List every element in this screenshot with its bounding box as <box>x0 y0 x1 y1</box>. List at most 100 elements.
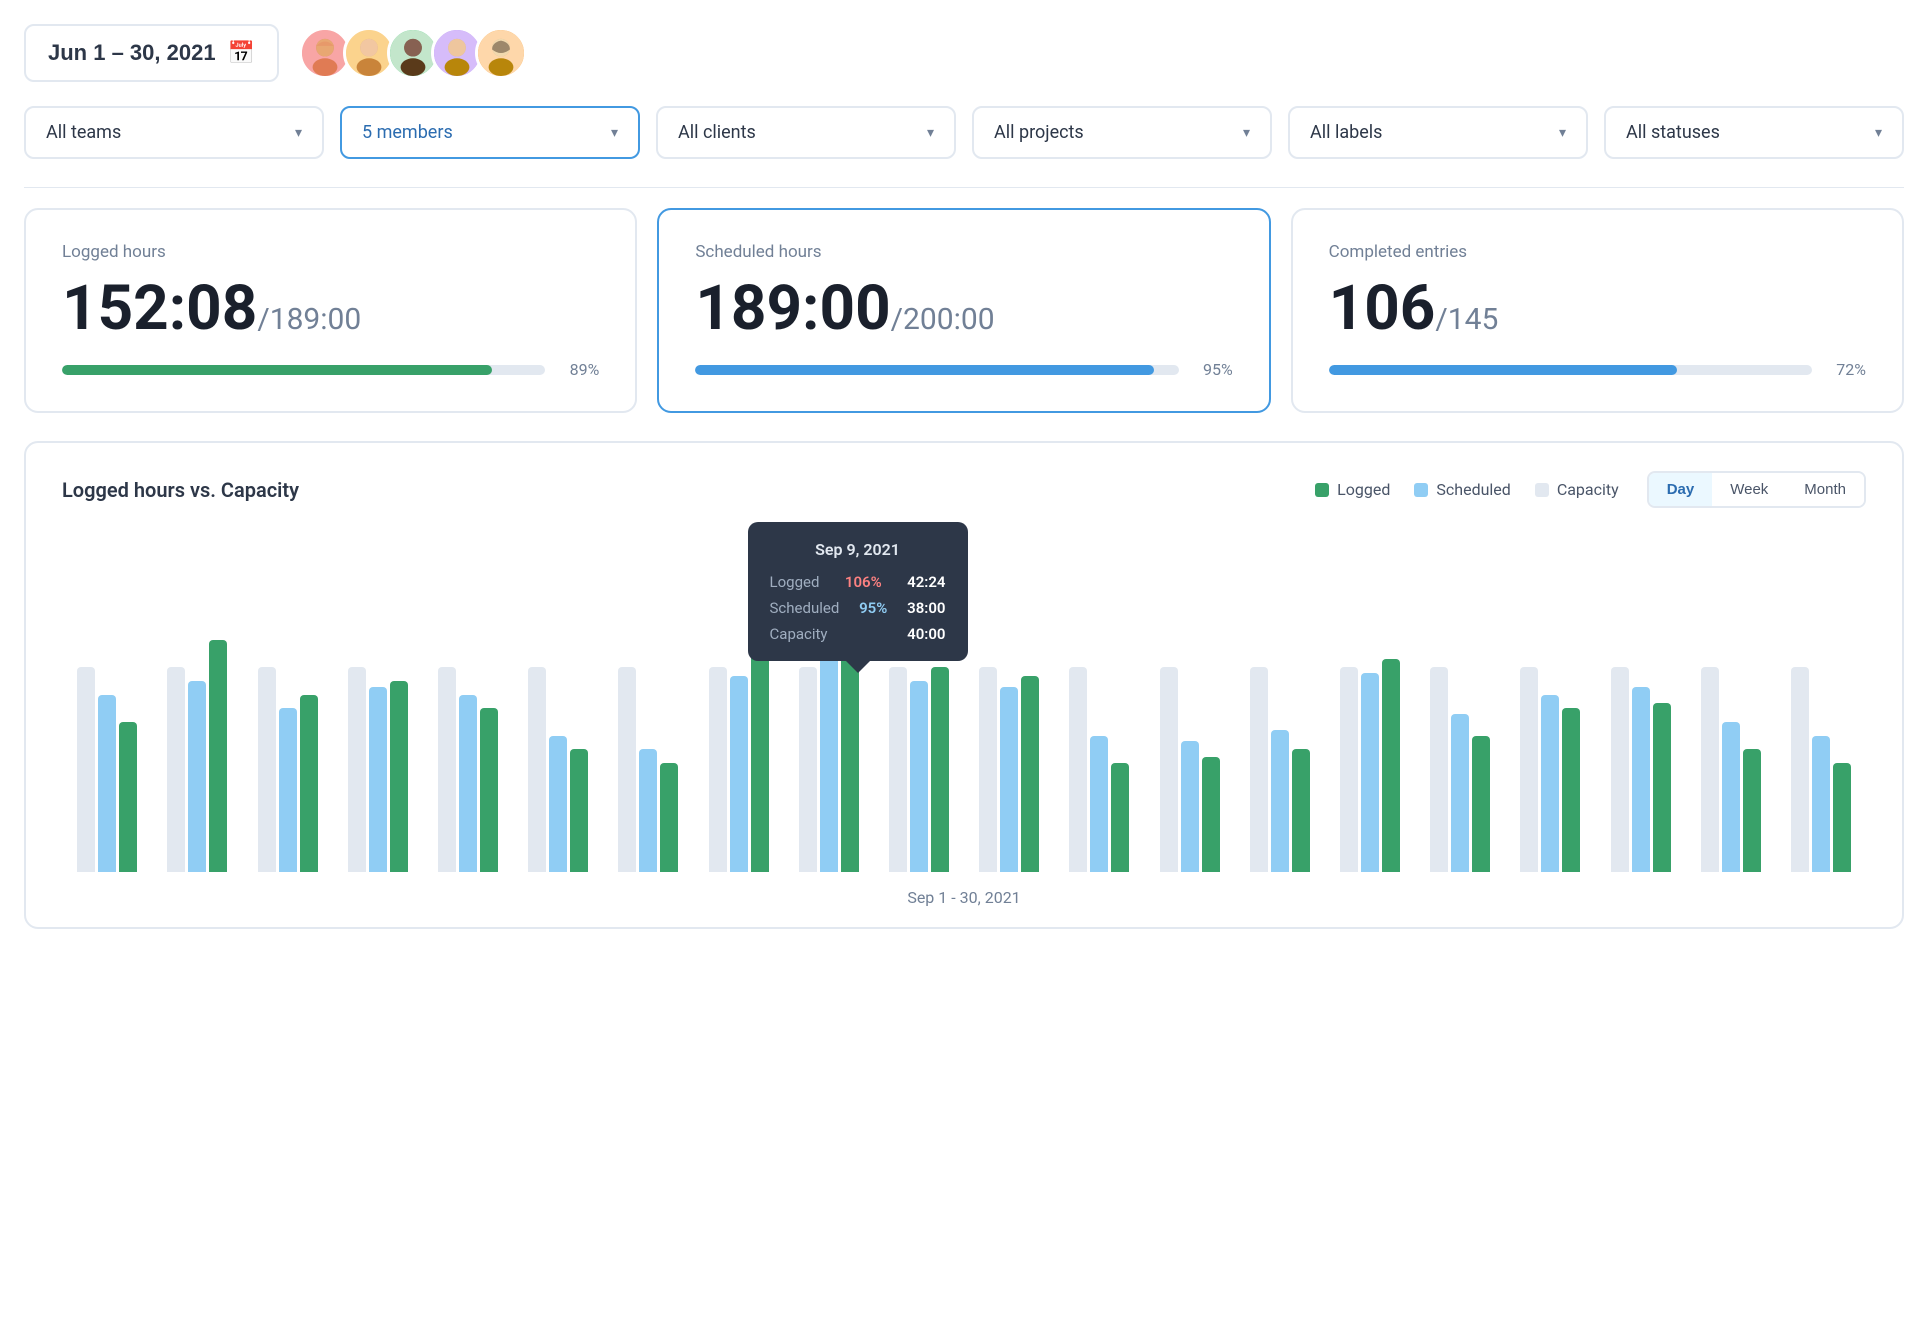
filter-statuses[interactable]: All statuses ▾ <box>1604 106 1904 159</box>
bar-scheduled <box>910 681 928 872</box>
filter-statuses-label: All statuses <box>1626 122 1720 143</box>
bar-capacity <box>258 667 276 872</box>
chart-section: Logged hours vs. Capacity Logged Schedul… <box>24 441 1904 929</box>
bar-capacity <box>528 667 546 872</box>
bar-capacity <box>979 667 997 872</box>
chart-view-buttons: Day Week Month <box>1647 471 1866 508</box>
bar-group[interactable] <box>333 532 423 872</box>
bar-capacity <box>438 667 456 872</box>
bar-logged <box>1833 763 1851 872</box>
view-day-button[interactable]: Day <box>1649 473 1713 506</box>
filter-clients-label: All clients <box>678 122 756 143</box>
chevron-down-icon: ▾ <box>1243 125 1250 141</box>
bar-scheduled <box>1090 736 1108 872</box>
bar-scheduled <box>459 695 477 872</box>
bar-scheduled <box>820 654 838 872</box>
avatar[interactable] <box>475 27 527 79</box>
chevron-down-icon: ▾ <box>1559 125 1566 141</box>
bar-scheduled <box>1722 722 1740 872</box>
progress-row-logged: 89% <box>62 360 599 379</box>
progress-fill-completed <box>1329 365 1677 375</box>
bar-capacity <box>1520 667 1538 872</box>
filter-projects[interactable]: All projects ▾ <box>972 106 1272 159</box>
stat-card-logged: Logged hours 152:08/189:00 89% <box>24 208 637 413</box>
legend-capacity: Capacity <box>1535 480 1619 499</box>
filter-clients[interactable]: All clients ▾ <box>656 106 956 159</box>
bar-group[interactable] <box>62 532 152 872</box>
tooltip-val-scheduled: 38:00 <box>907 599 945 617</box>
bar-group[interactable] <box>1686 532 1776 872</box>
tooltip-row-scheduled: Scheduled 95% 38:00 <box>770 599 946 617</box>
tooltip-pct-scheduled: 95% <box>859 599 887 617</box>
bar-capacity <box>1250 667 1268 872</box>
chevron-down-icon: ▾ <box>611 125 618 141</box>
chart-title: Logged hours vs. Capacity <box>62 478 299 502</box>
bar-group[interactable] <box>1595 532 1685 872</box>
bar-capacity <box>618 667 636 872</box>
bar-scheduled <box>1451 714 1469 872</box>
legend-label-capacity: Capacity <box>1557 480 1619 499</box>
top-bar: Jun 1 – 30, 2021 📅 <box>24 24 1904 82</box>
bar-group[interactable] <box>423 532 513 872</box>
bar-scheduled <box>639 749 657 872</box>
bar-group[interactable] <box>242 532 332 872</box>
bar-logged <box>570 749 588 872</box>
bar-group[interactable] <box>1054 532 1144 872</box>
filter-teams[interactable]: All teams ▾ <box>24 106 324 159</box>
filter-teams-label: All teams <box>46 122 121 143</box>
bar-logged <box>751 654 769 872</box>
stat-value-logged: 152:08/189:00 <box>62 278 599 340</box>
tooltip-label-logged: Logged <box>770 573 820 591</box>
view-week-button[interactable]: Week <box>1712 473 1786 506</box>
bar-logged <box>1021 676 1039 872</box>
tooltip-pct-logged: 106% <box>845 573 882 591</box>
bar-group[interactable] <box>1144 532 1234 872</box>
bar-group[interactable] <box>1235 532 1325 872</box>
filters-bar: All teams ▾ 5 members ▾ All clients ▾ Al… <box>24 106 1904 159</box>
filter-members-label: 5 members <box>362 122 453 143</box>
view-month-button[interactable]: Month <box>1786 473 1864 506</box>
calendar-icon: 📅 <box>228 40 255 66</box>
avatar-group <box>299 27 527 79</box>
chart-tooltip: Sep 9, 2021 Logged 106% 42:24 Scheduled … <box>748 522 968 661</box>
bar-group[interactable] <box>603 532 693 872</box>
tooltip-date: Sep 9, 2021 <box>770 540 946 559</box>
filter-labels[interactable]: All labels ▾ <box>1288 106 1588 159</box>
bar-scheduled <box>1361 673 1379 872</box>
legend-logged: Logged <box>1315 480 1390 499</box>
bar-scheduled <box>279 708 297 872</box>
bar-logged <box>390 681 408 872</box>
bar-logged <box>1292 749 1310 872</box>
bar-group[interactable] <box>1325 532 1415 872</box>
bar-group[interactable] <box>513 532 603 872</box>
bar-scheduled <box>188 681 206 872</box>
chart-area: Sep 9, 2021 Logged 106% 42:24 Scheduled … <box>62 532 1866 872</box>
bar-capacity <box>709 667 727 872</box>
chevron-down-icon: ▾ <box>1875 125 1882 141</box>
stat-label-logged: Logged hours <box>62 242 599 262</box>
progress-fill-logged <box>62 365 492 375</box>
bar-group[interactable] <box>964 532 1054 872</box>
chevron-down-icon: ▾ <box>927 125 934 141</box>
bar-capacity <box>889 667 907 872</box>
bar-logged <box>300 695 318 872</box>
bar-logged <box>1653 703 1671 872</box>
bar-capacity <box>167 667 185 872</box>
date-range-button[interactable]: Jun 1 – 30, 2021 📅 <box>24 24 279 82</box>
progress-bar-completed <box>1329 365 1812 375</box>
bar-scheduled <box>369 687 387 872</box>
tooltip-label-scheduled: Scheduled <box>770 599 840 617</box>
stat-value-scheduled: 189:00/200:00 <box>695 278 1232 340</box>
bar-group[interactable] <box>1415 532 1505 872</box>
bar-scheduled <box>1181 741 1199 872</box>
bar-group[interactable] <box>1776 532 1866 872</box>
progress-row-completed: 72% <box>1329 360 1866 379</box>
chevron-down-icon: ▾ <box>295 125 302 141</box>
bar-group[interactable] <box>152 532 242 872</box>
chart-legend: Logged Scheduled Capacity <box>1315 480 1619 499</box>
bar-capacity <box>1430 667 1448 872</box>
progress-row-scheduled: 95% <box>695 360 1232 379</box>
filter-members[interactable]: 5 members ▾ <box>340 106 640 159</box>
bar-group[interactable] <box>1505 532 1595 872</box>
bar-capacity <box>348 667 366 872</box>
